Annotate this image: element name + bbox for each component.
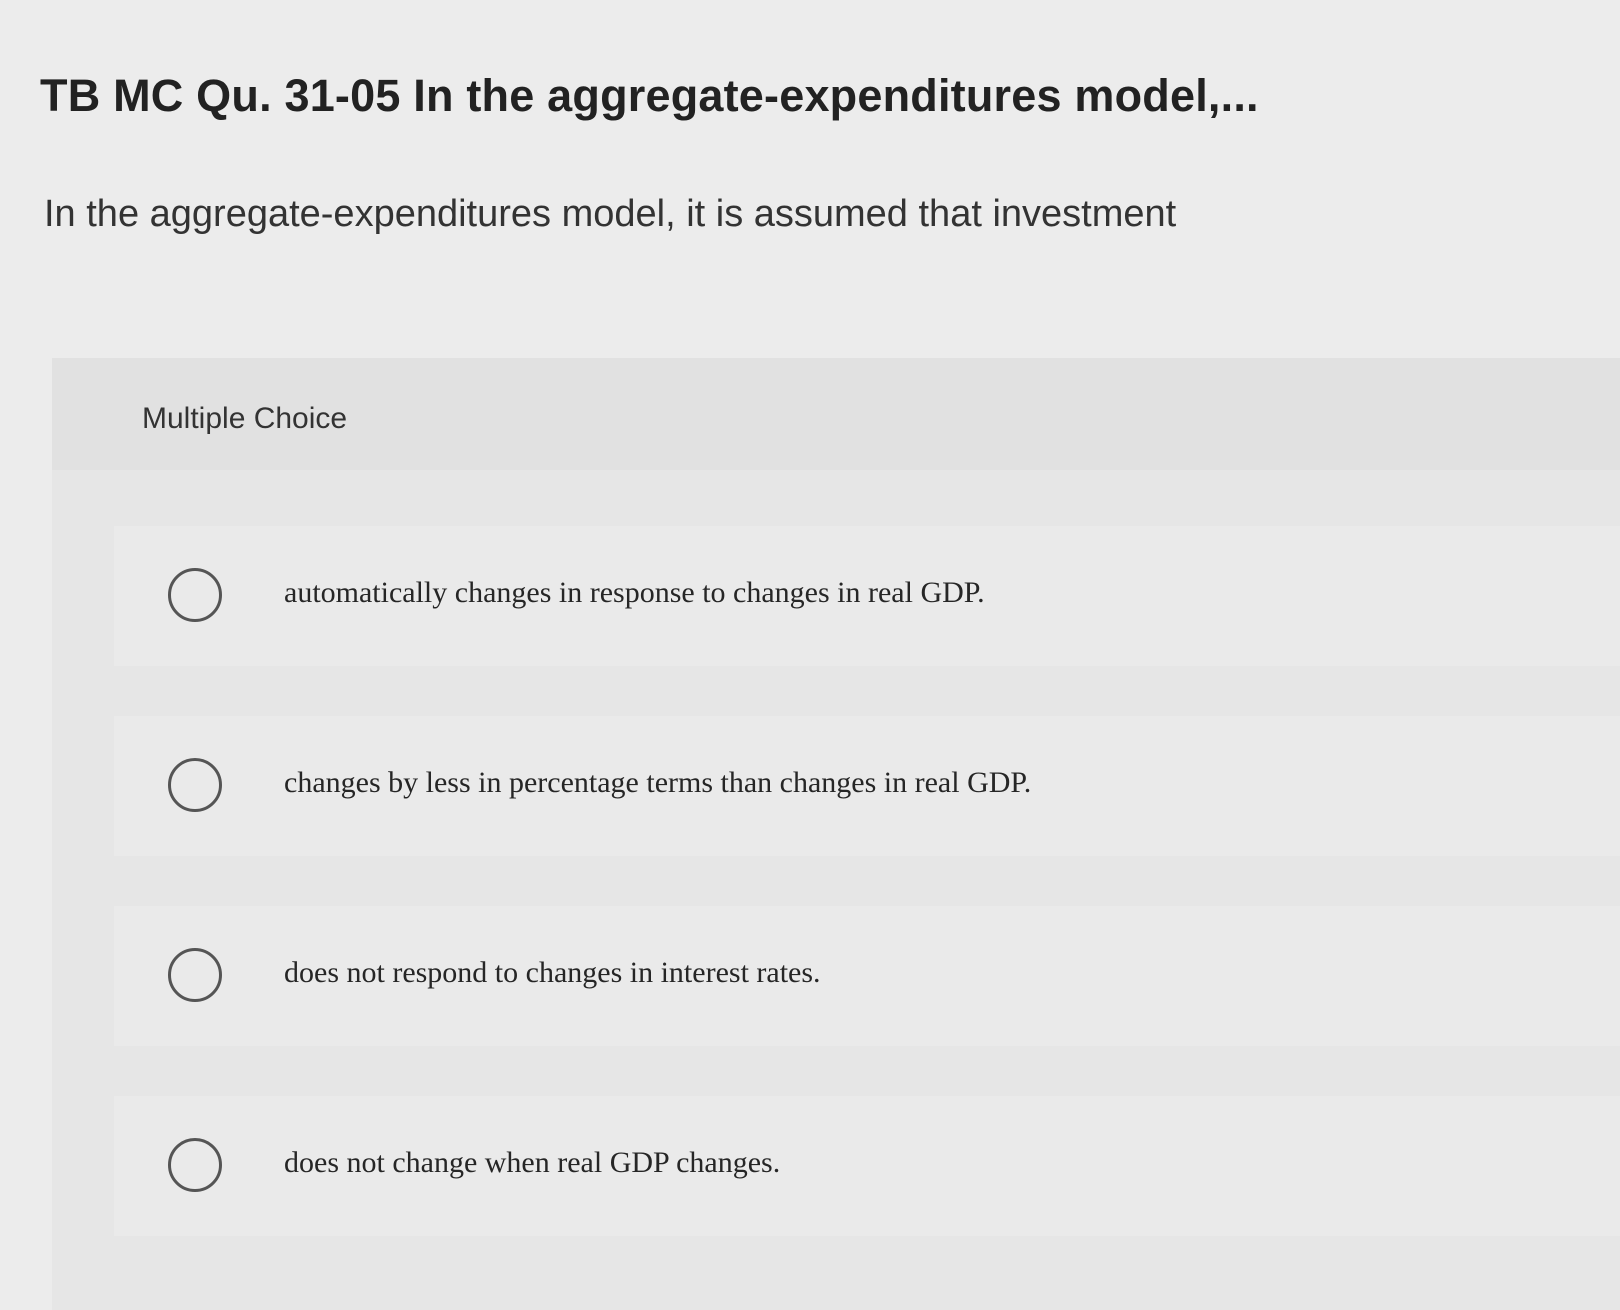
question-type-label: Multiple Choice [142,402,348,435]
radio-button[interactable] [168,1138,222,1192]
choice-label: does not change when real GDP changes. [284,1146,781,1179]
choice-option-3[interactable]: does not respond to changes in interest … [114,906,1620,1046]
choice-label: automatically changes in response to cha… [284,576,985,609]
radio-button[interactable] [168,568,222,622]
question-title: TB MC Qu. 31-05 In the aggregate-expendi… [40,70,1259,121]
choice-label: changes by less in percentage terms than… [284,766,1032,799]
choices-list: automatically changes in response to cha… [52,470,1620,1310]
radio-button[interactable] [168,948,222,1002]
choice-option-2[interactable]: changes by less in percentage terms than… [114,716,1620,856]
choice-option-1[interactable]: automatically changes in response to cha… [114,526,1620,666]
choice-label: does not respond to changes in interest … [284,956,821,989]
radio-button[interactable] [168,758,222,812]
choice-option-4[interactable]: does not change when real GDP changes. [114,1096,1620,1236]
multiple-choice-panel: Multiple Choice automatically changes in… [52,358,1620,1310]
question-prompt: In the aggregate-expenditures model, it … [44,193,1177,235]
